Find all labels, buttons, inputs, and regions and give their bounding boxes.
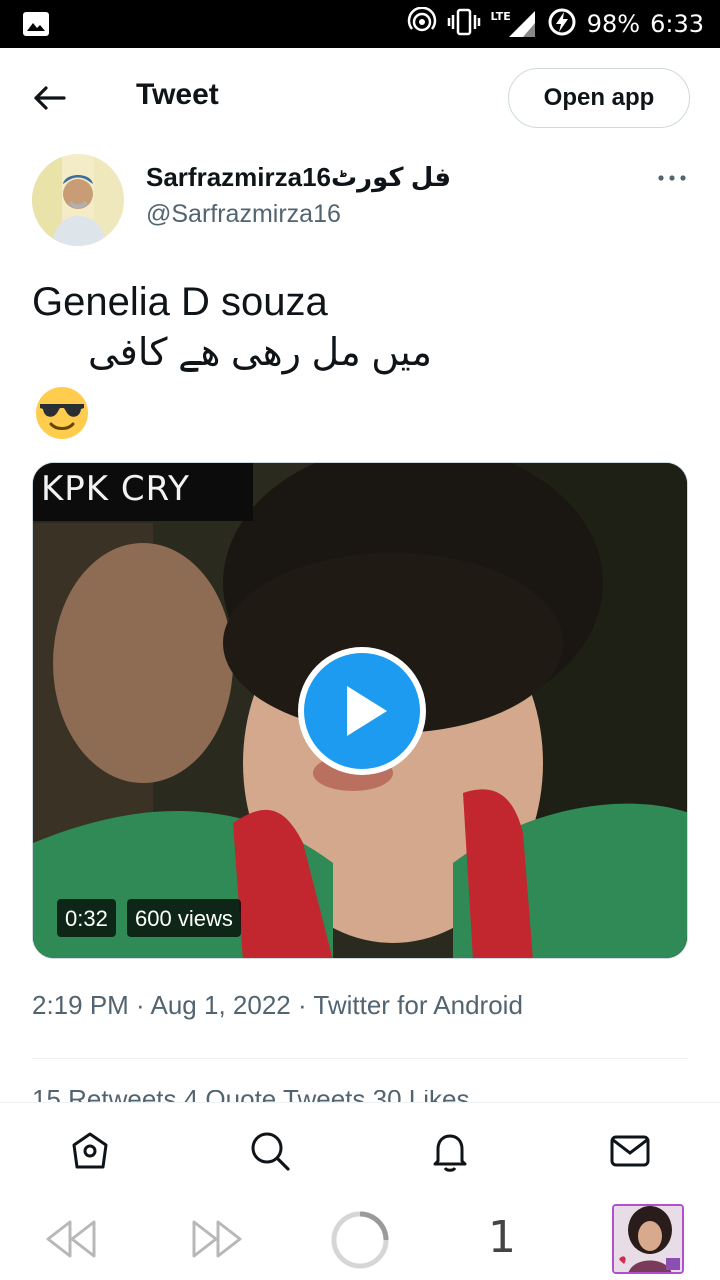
search-icon[interactable] bbox=[248, 1129, 292, 1173]
tweet-time: 2:19 PM bbox=[32, 990, 129, 1020]
author-name[interactable]: Sarfrazmirza16فل کورٹ bbox=[146, 162, 451, 193]
battery-charging-icon bbox=[547, 7, 577, 42]
signal-icon: LTE bbox=[491, 9, 537, 39]
vibrate-icon bbox=[447, 7, 481, 42]
divider bbox=[32, 1058, 688, 1059]
engagement-stats[interactable]: 15 Retweets 4 Quote Tweets 30 Likes bbox=[32, 1090, 469, 1102]
bottom-navigation bbox=[0, 1102, 720, 1198]
page-title: Tweet bbox=[136, 78, 219, 111]
video-watermark: KPK CRY bbox=[33, 463, 253, 521]
messages-icon[interactable] bbox=[608, 1129, 652, 1173]
tweet-meta: 2:19 PM · Aug 1, 2022 · Twitter for Andr… bbox=[32, 990, 523, 1020]
video-thumbnail[interactable]: KPK CRY 0:32 600 views bbox=[32, 462, 688, 959]
fast-forward-icon[interactable] bbox=[190, 1218, 244, 1265]
play-button-icon[interactable] bbox=[295, 644, 429, 778]
back-arrow-icon[interactable] bbox=[30, 78, 70, 118]
status-bar: LTE 98% 6:33 bbox=[0, 0, 720, 48]
home-icon[interactable] bbox=[68, 1129, 112, 1173]
tweet-text-urdu: میں مل رهی هے کافی bbox=[88, 332, 432, 374]
loading-spinner-icon bbox=[330, 1210, 390, 1275]
sunglasses-emoji-icon bbox=[34, 384, 90, 440]
more-options-icon[interactable] bbox=[654, 160, 690, 196]
rewind-icon[interactable] bbox=[44, 1218, 98, 1265]
tweet-header: Tweet Open app bbox=[0, 48, 720, 148]
tab-count[interactable]: 1 bbox=[488, 1212, 516, 1263]
author-handle[interactable]: @Sarfrazmirza16 bbox=[146, 200, 341, 229]
tweet-text-line: Genelia D souza bbox=[32, 280, 328, 324]
hotspot-icon bbox=[407, 5, 437, 42]
clock: 6:33 bbox=[650, 10, 704, 38]
tweet-source[interactable]: Twitter for Android bbox=[313, 990, 523, 1020]
open-app-button[interactable]: Open app bbox=[508, 68, 690, 128]
video-duration-badge: 0:32 bbox=[57, 899, 116, 937]
gallery-icon bbox=[22, 11, 50, 42]
notifications-icon[interactable] bbox=[428, 1129, 472, 1173]
video-views-badge: 600 views bbox=[127, 899, 241, 937]
browser-toolbar: 1 bbox=[0, 1198, 720, 1280]
avatar[interactable] bbox=[32, 154, 124, 246]
battery-percent: 98% bbox=[586, 10, 641, 38]
tab-thumbnail[interactable] bbox=[612, 1204, 684, 1274]
tweet-date: Aug 1, 2022 bbox=[150, 990, 291, 1020]
